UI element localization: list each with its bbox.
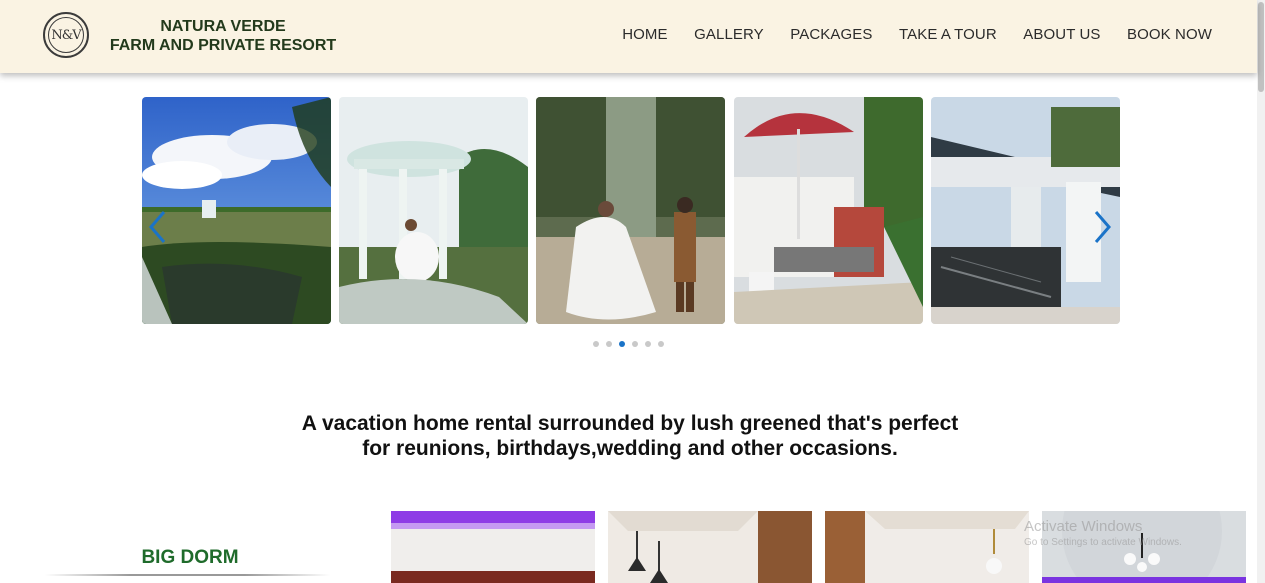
tagline: A vacation home rental surrounded by lus… (240, 411, 1020, 461)
carousel-prev-arrow-icon[interactable] (146, 209, 170, 245)
carousel-dot-6[interactable] (658, 341, 664, 347)
watermark-subtitle: Go to Settings to activate Windows. (1024, 537, 1182, 548)
nav-gallery[interactable]: GALLERY (694, 26, 764, 43)
watermark-title: Activate Windows (1024, 518, 1143, 535)
room-photo-3[interactable] (825, 511, 1029, 583)
big-dorm-divider (45, 574, 330, 576)
carousel-dot-1[interactable] (593, 341, 599, 347)
nav-about-us[interactable]: ABOUT US (1023, 26, 1100, 43)
tagline-line-2: for reunions, birthdays,wedding and othe… (362, 437, 898, 460)
carousel-dot-2[interactable] (606, 341, 612, 347)
tagline-line-1: A vacation home rental surrounded by lus… (301, 412, 959, 435)
resort-logo[interactable]: N&V (43, 12, 89, 58)
brand-line-1: NATURA VERDE (160, 18, 286, 35)
room-photo-2[interactable] (608, 511, 812, 583)
big-dorm-title: BIG DORM (141, 547, 239, 568)
site-header: N&V NATURA VERDE FARM AND PRIVATE RESORT… (0, 0, 1257, 73)
logo-monogram: N&V (48, 17, 84, 53)
carousel-next-arrow-icon[interactable] (1090, 209, 1114, 245)
carousel-dot-4[interactable] (632, 341, 638, 347)
main-nav: HOME GALLERY PACKAGES TAKE A TOUR ABOUT … (596, 26, 1212, 43)
brand-name[interactable]: NATURA VERDE FARM AND PRIVATE RESORT (98, 17, 348, 55)
nav-book-now[interactable]: BOOK NOW (1127, 26, 1212, 43)
carousel-dot-3[interactable] (619, 341, 625, 347)
page-scrollbar[interactable] (1257, 0, 1265, 583)
brand-line-2: FARM AND PRIVATE RESORT (109, 37, 337, 54)
carousel-dot-5[interactable] (645, 341, 651, 347)
scrollbar-thumb[interactable] (1258, 2, 1264, 92)
carousel-slide-wedding-couple[interactable] (536, 97, 725, 324)
photo-carousel (142, 97, 1120, 324)
carousel-pagination (593, 341, 664, 347)
carousel-slide-red-umbrella[interactable] (734, 97, 923, 324)
nav-take-a-tour[interactable]: TAKE A TOUR (899, 26, 997, 43)
room-photo-1[interactable] (391, 511, 595, 583)
carousel-slide-garden-pond[interactable] (142, 97, 331, 324)
carousel-slide-gazebo-wedding[interactable] (339, 97, 528, 324)
nav-packages[interactable]: PACKAGES (790, 26, 872, 43)
activate-windows-watermark: Activate Windows Go to Settings to activ… (1024, 518, 1182, 548)
nav-home[interactable]: HOME (622, 26, 667, 43)
